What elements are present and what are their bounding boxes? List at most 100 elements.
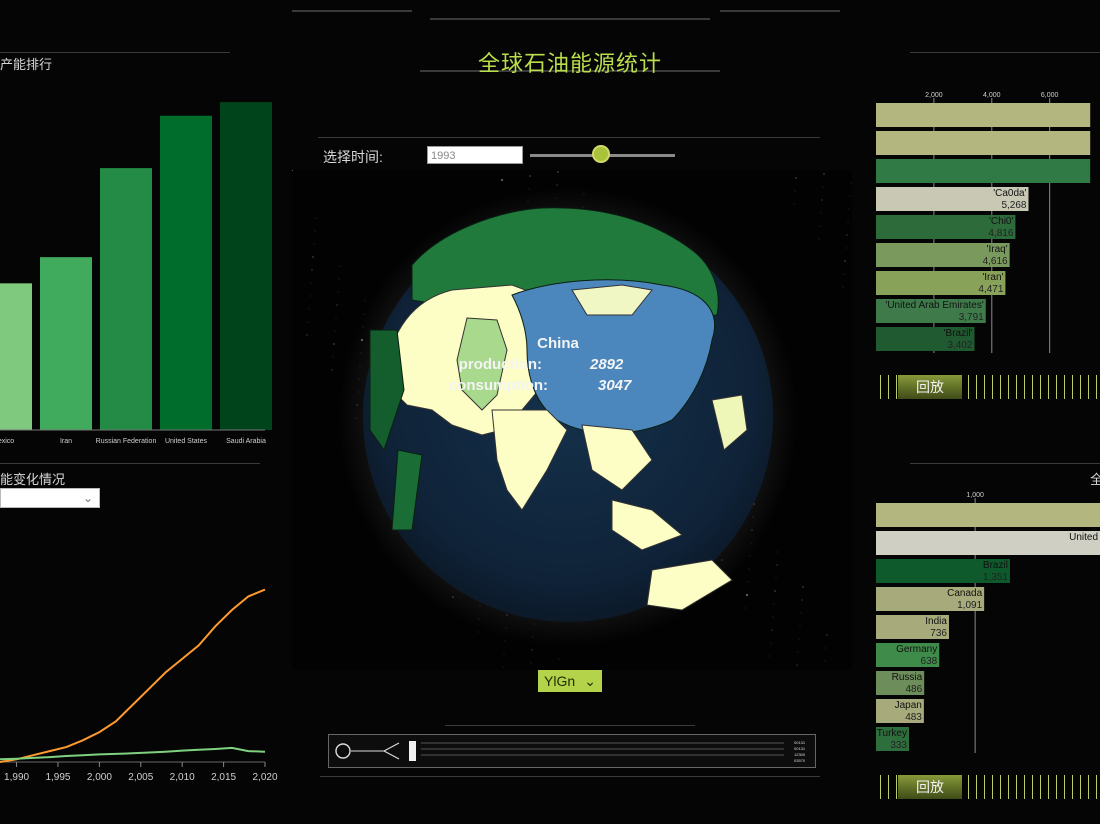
playback-button-bottom[interactable]: 回放 — [898, 775, 962, 799]
star — [292, 170, 293, 171]
center-bottom-divider — [320, 776, 820, 777]
right-bottom-bar-chart: 1,000 United Brazil1,351Canada1,091 India7… — [876, 492, 1100, 753]
trend-tick-label: 2,015 — [211, 772, 236, 783]
rb-bar-label: Japan — [895, 700, 922, 711]
rb-bar-value: 638 — [921, 656, 938, 667]
star — [333, 343, 335, 345]
rt-axis-tick: 6,000 — [1041, 92, 1059, 99]
country-select[interactable]: ⌄ — [0, 488, 100, 508]
rb-bar-label: Canada — [947, 588, 982, 599]
star — [823, 173, 825, 175]
rt-bar-label: 'United Arab Emirates' — [885, 300, 983, 311]
star — [795, 177, 797, 179]
star — [849, 195, 851, 197]
star — [821, 199, 823, 201]
rb-bar-label: Turkey — [877, 728, 907, 739]
star — [777, 551, 779, 553]
tooltip-consumption-label: consumption: — [449, 377, 548, 394]
rt-bar — [876, 131, 1091, 155]
star — [825, 647, 827, 649]
timeline-readout-2: 00131 — [794, 746, 806, 751]
star — [338, 278, 340, 280]
timeline-readout-1: 00131 — [794, 740, 806, 745]
star — [332, 356, 334, 358]
star — [796, 664, 798, 666]
timeline-graphics: 00131 00131 12300 03570 — [335, 740, 806, 763]
globe-viewport[interactable]: China production: 2892 consumption: 3047 — [292, 170, 852, 670]
rb-bar-label: India — [925, 616, 947, 627]
star — [769, 655, 771, 657]
star — [772, 616, 774, 618]
star — [311, 269, 313, 271]
star — [364, 300, 366, 302]
chevron-down-icon: ⌄ — [584, 673, 596, 689]
star — [312, 256, 314, 258]
playback-button-top[interactable]: 回放 — [898, 375, 962, 399]
rt-bar-label: 'Iraq' — [987, 244, 1008, 255]
time-slider-thumb[interactable] — [592, 145, 610, 163]
tooltip-production-label: production: — [459, 356, 542, 373]
rt-bar-label: 'Iran' — [982, 272, 1003, 283]
star — [528, 188, 530, 190]
rt-bar — [876, 159, 1091, 183]
star — [798, 638, 800, 640]
star — [556, 184, 558, 186]
star — [307, 321, 309, 323]
tooltip-consumption-value: 3047 — [598, 377, 632, 394]
star — [747, 581, 749, 583]
star — [845, 247, 847, 249]
star — [314, 230, 316, 232]
right-top-bar-chart: 2,000 4,000 6,000 'Ca0da'5,268 'Chi0'4,816 '… — [876, 92, 1091, 353]
rt-bar-value: 3,791 — [959, 312, 984, 323]
palette-selected: YlGn — [544, 673, 576, 689]
star — [771, 629, 773, 631]
rb-bar-label: Russia — [892, 672, 923, 683]
chevron-down-icon: ⌄ — [82, 491, 93, 505]
star — [847, 221, 849, 223]
star — [331, 369, 333, 371]
star — [793, 203, 795, 205]
star — [802, 586, 804, 588]
star — [745, 607, 747, 609]
rb-bar — [876, 531, 1100, 555]
rb-bar-value: 486 — [905, 684, 922, 695]
center-bottom-short-divider — [445, 725, 695, 726]
star — [337, 291, 339, 293]
rt-axis-tick: 4,000 — [983, 92, 1001, 99]
trend-tick-label: 1,990 — [4, 772, 29, 783]
right-top-divider — [910, 52, 1100, 53]
ranking-bar — [160, 115, 212, 430]
rb-bar-label: Germany — [896, 644, 937, 655]
left-bottom-divider — [0, 463, 260, 464]
palette-select[interactable]: YlGn ⌄ — [538, 670, 602, 692]
chip-icon — [335, 743, 351, 759]
star — [770, 642, 772, 644]
ranking-bar — [40, 257, 92, 430]
star — [797, 651, 799, 653]
star — [315, 217, 317, 219]
tooltip-country: China — [537, 335, 579, 352]
ranking-tick-label: exico — [0, 438, 14, 445]
trend-series-line — [0, 588, 266, 763]
timeline-readout-4: 03570 — [794, 758, 806, 763]
right-bottom-panel-title: 全 — [1090, 472, 1100, 487]
ranking-tick-label: Russian Federation — [96, 438, 157, 445]
star — [818, 238, 820, 240]
star — [501, 179, 503, 181]
star — [843, 273, 845, 275]
star — [557, 171, 559, 173]
star — [801, 599, 803, 601]
rt-bar-label: 'Ca0da' — [993, 188, 1026, 199]
star — [334, 330, 336, 332]
rb-axis-tick: 1,000 — [966, 492, 984, 499]
rb-bar-value: 1,351 — [983, 572, 1008, 583]
ranking-bar — [100, 168, 152, 430]
time-input[interactable]: 1993 — [427, 146, 523, 164]
star — [842, 286, 844, 288]
star — [800, 612, 802, 614]
center-top-divider — [318, 137, 820, 138]
timeline-bar[interactable]: 00131 00131 12300 03570 — [328, 734, 816, 768]
globe-scene[interactable]: China production: 2892 consumption: 3047 — [292, 170, 852, 670]
rb-bar-value: 483 — [905, 712, 922, 723]
rt-bar-value: 4,816 — [988, 228, 1013, 239]
